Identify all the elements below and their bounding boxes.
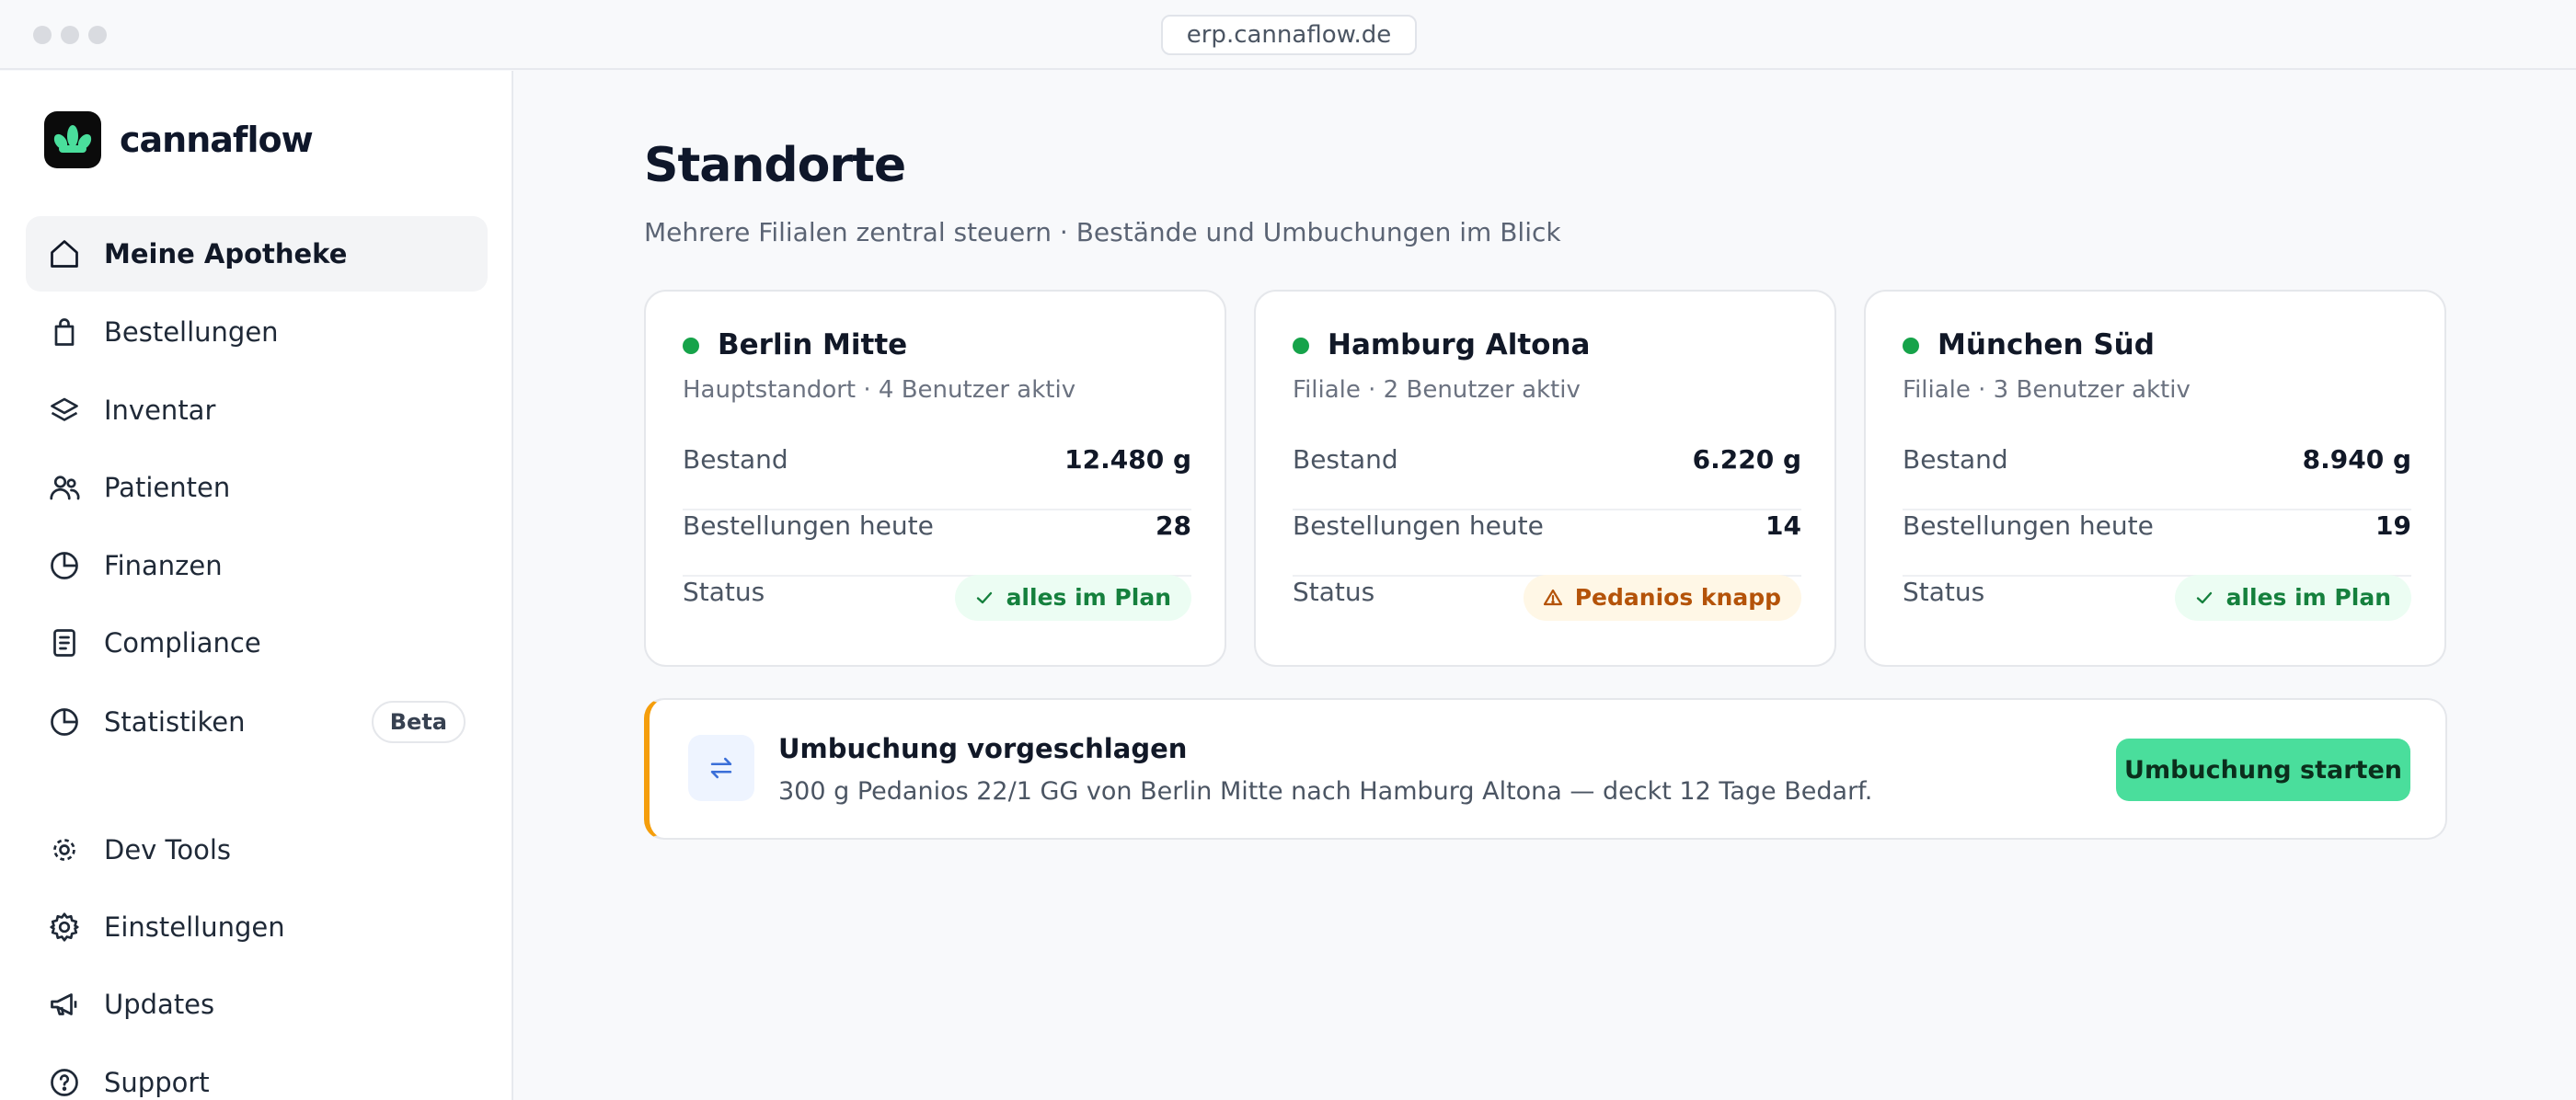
window-maximize-dot[interactable] — [88, 26, 107, 44]
sidebar-item-inventar[interactable]: Inventar — [26, 372, 488, 448]
brand-name: cannaflow — [120, 120, 314, 160]
location-card-hamburg-altona[interactable]: Hamburg Altona Filiale · 2 Benutzer akti… — [1254, 290, 1836, 667]
page-subtitle: Mehrere Filialen zentral steuern · Bestä… — [644, 217, 1561, 247]
sidebar-item-label: Compliance — [104, 627, 261, 659]
stock-label: Bestand — [1903, 444, 2008, 475]
sidebar-item-label: Finanzen — [104, 550, 223, 581]
sidebar-item-meine-apotheke[interactable]: Meine Apotheke — [26, 216, 488, 292]
window-close-dot[interactable] — [33, 26, 52, 44]
status-row: Status Pedanios knapp — [1293, 575, 1801, 643]
sidebar-item-label: Updates — [104, 989, 215, 1020]
sidebar-item-label: Inventar — [104, 395, 216, 426]
browser-bar: erp.cannaflow.de — [0, 0, 2576, 70]
users-icon — [50, 476, 80, 500]
status-badge: Pedanios knapp — [1523, 575, 1801, 621]
sidebar-item-einstellungen[interactable]: Einstellungen — [26, 889, 488, 965]
location-meta: Filiale · 3 Benutzer aktiv — [1903, 376, 2191, 404]
status-label: Status — [1903, 577, 1985, 607]
help-circle-icon — [51, 1069, 78, 1096]
pie-chart-icon — [51, 552, 78, 579]
status-badge: alles im Plan — [954, 575, 1191, 621]
status-row: Status alles im Plan — [683, 575, 1191, 643]
orders-label: Bestellungen heute — [1293, 510, 1544, 541]
online-status-dot — [1903, 338, 1919, 354]
orders-value: 28 — [1156, 510, 1191, 541]
location-name: München Süd — [1938, 328, 2155, 361]
sidebar-item-label: Einstellungen — [104, 911, 285, 943]
page-title: Standorte — [644, 138, 906, 193]
check-icon — [976, 591, 992, 604]
stock-value: 12.480 g — [1064, 444, 1191, 475]
stock-row: Bestand 12.480 g — [683, 444, 1191, 510]
orders-label: Bestellungen heute — [1903, 510, 2154, 541]
sidebar-item-dev-tools[interactable]: Dev Tools — [26, 812, 488, 888]
stock-label: Bestand — [1293, 444, 1398, 475]
orders-value: 19 — [2375, 510, 2411, 541]
status-text: Pedanios knapp — [1574, 584, 1781, 611]
sidebar-item-label: Bestellungen — [104, 316, 279, 348]
sidebar-item-patienten[interactable]: Patienten — [26, 450, 488, 525]
suggestion-title: Umbuchung vorgeschlagen — [778, 733, 1188, 764]
status-label: Status — [683, 577, 765, 607]
sidebar-item-label: Patienten — [104, 472, 231, 503]
shopping-bag-icon — [54, 318, 75, 346]
sidebar-item-compliance[interactable]: Compliance — [26, 605, 488, 681]
home-icon — [51, 240, 78, 268]
stock-label: Bestand — [683, 444, 788, 475]
warning-icon — [1543, 589, 1562, 606]
stock-row: Bestand 8.940 g — [1903, 444, 2411, 510]
sidebar-item-statistiken[interactable]: Statistiken Beta — [26, 684, 488, 760]
location-meta: Hauptstandort · 4 Benutzer aktiv — [683, 376, 1076, 404]
gear-icon — [50, 912, 79, 942]
sidebar-item-label: Statistiken — [104, 706, 246, 738]
address-bar[interactable]: erp.cannaflow.de — [1161, 15, 1417, 55]
sidebar-item-support[interactable]: Support — [26, 1045, 488, 1100]
start-transfer-button[interactable]: Umbuchung starten — [2116, 739, 2410, 801]
status-text: alles im Plan — [1006, 584, 1171, 611]
orders-row: Bestellungen heute 28 — [683, 510, 1191, 577]
sidebar-item-bestellungen[interactable]: Bestellungen — [26, 294, 488, 370]
stock-row: Bestand 6.220 g — [1293, 444, 1801, 510]
online-status-dot — [683, 338, 699, 354]
window-minimize-dot[interactable] — [61, 26, 79, 44]
orders-label: Bestellungen heute — [683, 510, 934, 541]
beta-badge: Beta — [371, 701, 466, 743]
stock-value: 8.940 g — [2302, 444, 2411, 475]
orders-row: Bestellungen heute 14 — [1293, 510, 1801, 577]
sidebar-item-updates[interactable]: Updates — [26, 967, 488, 1042]
location-meta: Filiale · 2 Benutzer aktiv — [1293, 376, 1581, 404]
status-text: alles im Plan — [2225, 584, 2391, 611]
sidebar: cannaflow Meine Apotheke Bestellungen In… — [0, 71, 513, 1100]
check-icon — [2196, 591, 2212, 604]
pie-chart-icon — [51, 708, 78, 736]
cannaflow-logo-icon — [44, 111, 101, 168]
status-label: Status — [1293, 577, 1375, 607]
megaphone-icon — [51, 993, 77, 1015]
location-name: Hamburg Altona — [1328, 328, 1591, 361]
orders-value: 14 — [1765, 510, 1801, 541]
dev-tools-icon — [53, 839, 75, 861]
sidebar-item-finanzen[interactable]: Finanzen — [26, 528, 488, 603]
status-row: Status alles im Plan — [1903, 575, 2411, 643]
sidebar-item-label: Dev Tools — [104, 834, 231, 865]
sidebar-item-label: Support — [104, 1067, 210, 1098]
sidebar-item-label: Meine Apotheke — [104, 238, 348, 269]
transfer-suggestion: Umbuchung vorgeschlagen 300 g Pedanios 2… — [644, 698, 2447, 840]
location-name: Berlin Mitte — [718, 328, 908, 361]
status-badge: alles im Plan — [2174, 575, 2411, 621]
suggestion-text: 300 g Pedanios 22/1 GG von Berlin Mitte … — [778, 777, 1873, 806]
location-card-berlin-mitte[interactable]: Berlin Mitte Hauptstandort · 4 Benutzer … — [644, 290, 1226, 667]
stock-value: 6.220 g — [1692, 444, 1801, 475]
orders-row: Bestellungen heute 19 — [1903, 510, 2411, 577]
location-card-muenchen-sued[interactable]: München Süd Filiale · 3 Benutzer aktiv B… — [1864, 290, 2446, 667]
brand[interactable]: cannaflow — [44, 111, 314, 168]
document-icon — [53, 629, 75, 657]
transfer-arrows-icon — [688, 735, 754, 801]
layers-icon — [51, 397, 78, 421]
online-status-dot — [1293, 338, 1309, 354]
